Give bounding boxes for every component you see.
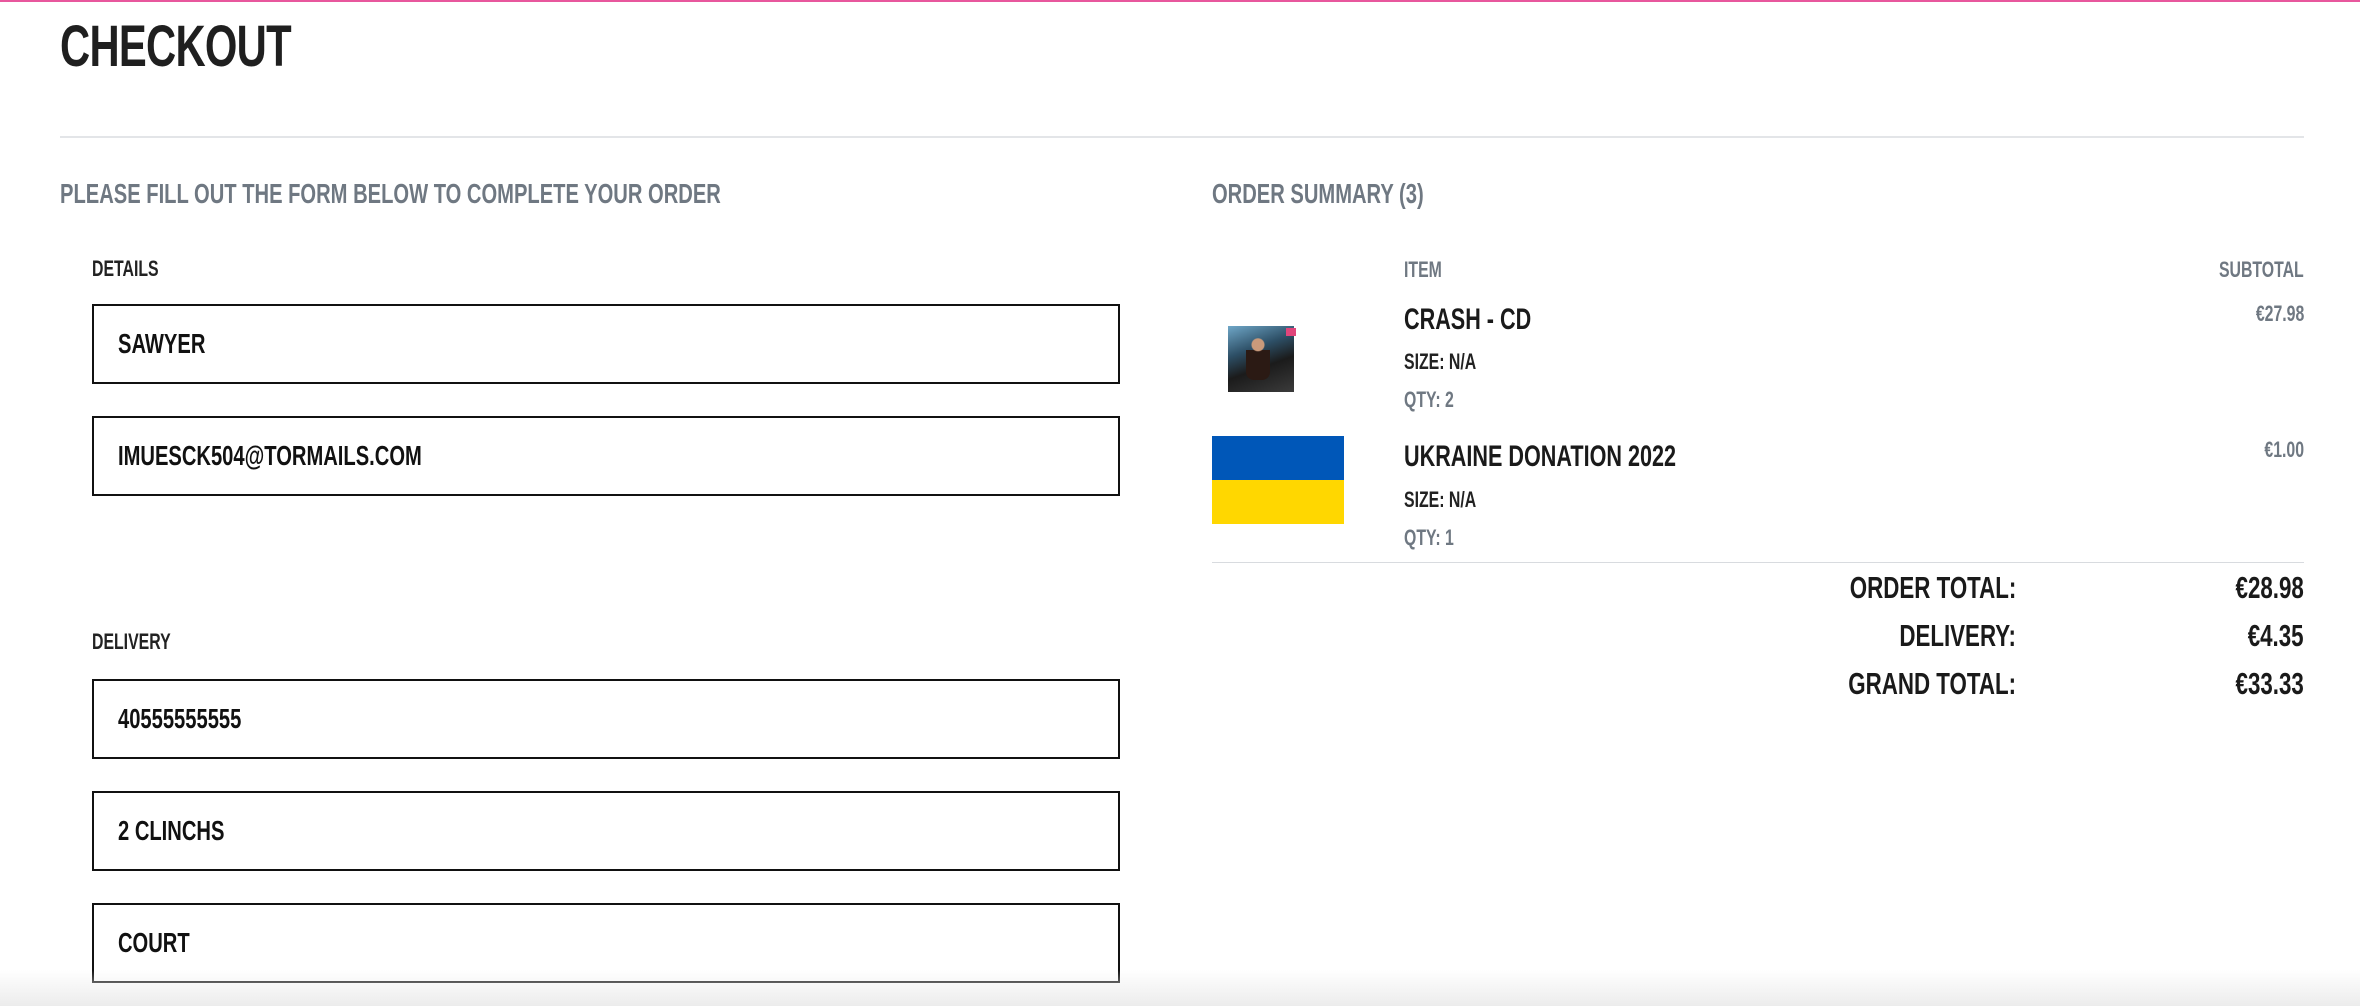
form-heading: PLEASE FILL OUT THE FORM BELOW TO COMPLE… bbox=[60, 178, 721, 209]
delivery-total-row: DELIVERY: €4.35 bbox=[1212, 616, 2304, 656]
address-line-1-field[interactable]: 2 CLINCHS bbox=[92, 791, 1120, 871]
album-cd-image bbox=[1228, 324, 1340, 394]
flag-blue-stripe bbox=[1212, 436, 1344, 480]
delivery-total-value: €4.35 bbox=[2248, 618, 2304, 653]
subtotal-column-header: SUBTOTAL bbox=[2219, 257, 2304, 282]
order-total-value: €28.98 bbox=[2235, 570, 2304, 605]
delivery-total-label: DELIVERY: bbox=[1899, 618, 2016, 653]
grand-total-value: €33.33 bbox=[2235, 666, 2304, 701]
item-size: SIZE: N/A bbox=[1404, 487, 1477, 512]
checkout-page: CHECKOUT PLEASE FILL OUT THE FORM BELOW … bbox=[0, 0, 2360, 1006]
details-label: DETAILS bbox=[92, 256, 159, 281]
title-divider bbox=[60, 136, 2304, 138]
grand-total-row: GRAND TOTAL: €33.33 bbox=[1212, 664, 2304, 704]
grand-total-label: GRAND TOTAL: bbox=[1848, 666, 2016, 701]
summary-divider bbox=[1212, 562, 2304, 563]
order-line-item: CRASH - CD SIZE: N/A QTY: 2 €27.98 bbox=[1212, 300, 2304, 424]
email-field[interactable]: IMUESCK504@TORMAILS.COM bbox=[92, 416, 1120, 496]
phone-field-value: 40555555555 bbox=[118, 703, 242, 734]
item-quantity: QTY: 2 bbox=[1404, 387, 1454, 412]
order-summary-heading: ORDER SUMMARY (3) bbox=[1212, 178, 1424, 209]
item-name: UKRAINE DONATION 2022 bbox=[1404, 440, 1677, 473]
email-field-value: IMUESCK504@TORMAILS.COM bbox=[118, 440, 422, 471]
order-total-label: ORDER TOTAL: bbox=[1849, 570, 2016, 605]
address-line-1-value: 2 CLINCHS bbox=[118, 815, 225, 846]
item-quantity: QTY: 1 bbox=[1404, 525, 1454, 550]
item-price: €1.00 bbox=[2264, 437, 2304, 462]
phone-field[interactable]: 40555555555 bbox=[92, 679, 1120, 759]
item-name: CRASH - CD bbox=[1404, 303, 1532, 336]
item-column-header: ITEM bbox=[1404, 257, 1442, 282]
page-title: CHECKOUT bbox=[60, 14, 292, 79]
item-price: €27.98 bbox=[2255, 301, 2304, 326]
item-size: SIZE: N/A bbox=[1404, 349, 1477, 374]
name-field[interactable]: SAWYER bbox=[92, 304, 1120, 384]
order-total-row: ORDER TOTAL: €28.98 bbox=[1212, 568, 2304, 608]
order-line-item: UKRAINE DONATION 2022 SIZE: N/A QTY: 1 €… bbox=[1212, 436, 2304, 562]
name-field-value: SAWYER bbox=[118, 328, 206, 359]
ukraine-flag-image bbox=[1212, 436, 1344, 524]
delivery-label: DELIVERY bbox=[92, 629, 171, 654]
address-line-2-value: COURT bbox=[118, 927, 190, 958]
bottom-fade bbox=[0, 970, 2360, 1006]
top-accent-bar bbox=[0, 0, 2360, 2]
flag-yellow-stripe bbox=[1212, 480, 1344, 524]
